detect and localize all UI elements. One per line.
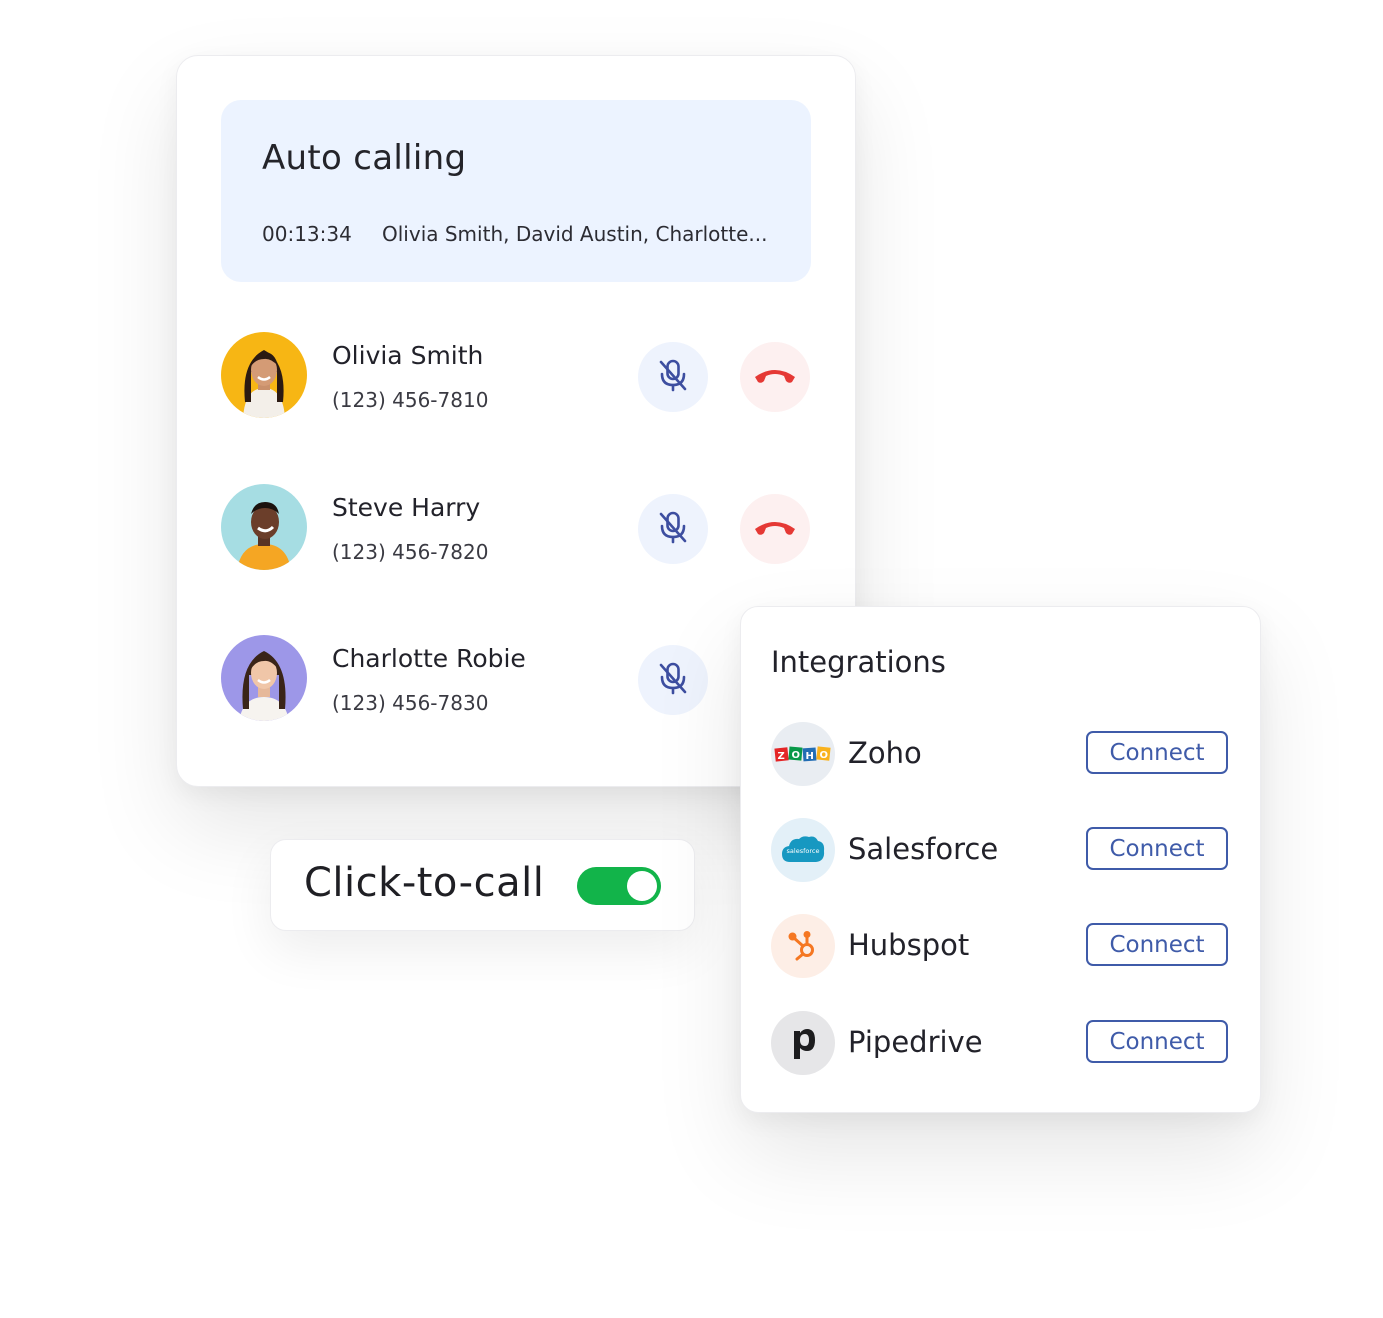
integration-name: Salesforce (848, 832, 999, 866)
connect-zoho-button[interactable]: Connect (1086, 731, 1228, 774)
pipedrive-logo-icon (771, 1011, 835, 1075)
integration-row-hubspot: Hubspot Connect (771, 914, 1231, 978)
integrations-panel: Integrations Z O H O Zoho Connect salesf… (740, 606, 1261, 1113)
integration-name: Pipedrive (848, 1025, 983, 1059)
click-to-call-card: Click-to-call (270, 839, 695, 931)
contact-row: Olivia Smith (123) 456-7810 (221, 332, 811, 422)
toggle-knob (627, 871, 657, 901)
contact-phone: (123) 456-7820 (332, 540, 489, 564)
connect-salesforce-button[interactable]: Connect (1086, 827, 1228, 870)
avatar (221, 332, 307, 418)
mic-off-icon (654, 659, 692, 701)
contact-phone: (123) 456-7810 (332, 388, 489, 412)
svg-text:O: O (792, 750, 801, 761)
mute-button[interactable] (638, 342, 708, 412)
contact-name: Steve Harry (332, 493, 481, 522)
hubspot-logo-icon (771, 914, 835, 978)
click-to-call-toggle[interactable] (577, 867, 661, 905)
call-status-header: Auto calling 00:13:34 Olivia Smith, Davi… (221, 100, 811, 282)
integration-name: Zoho (848, 736, 922, 770)
connect-hubspot-button[interactable]: Connect (1086, 923, 1228, 966)
phone-hangup-icon (752, 365, 798, 389)
integrations-title: Integrations (771, 645, 946, 679)
integration-row-pipedrive: Pipedrive Connect (771, 1011, 1231, 1075)
svg-text:O: O (820, 750, 829, 761)
svg-text:Z: Z (778, 751, 785, 762)
mute-button[interactable] (638, 645, 708, 715)
call-panel-title: Auto calling (262, 138, 467, 178)
click-to-call-label: Click-to-call (304, 860, 545, 906)
contact-row: Steve Harry (123) 456-7820 (221, 484, 811, 574)
integration-row-salesforce: salesforce Salesforce Connect (771, 818, 1231, 882)
connect-pipedrive-button[interactable]: Connect (1086, 1020, 1228, 1063)
contact-name: Charlotte Robie (332, 644, 526, 673)
contact-name: Olivia Smith (332, 341, 484, 370)
svg-text:H: H (806, 751, 814, 762)
integration-row-zoho: Z O H O Zoho Connect (771, 722, 1231, 786)
avatar (221, 635, 307, 721)
hang-up-button[interactable] (740, 342, 810, 412)
contact-row: Charlotte Robie (123) 456-7830 (221, 635, 811, 725)
zoho-logo-icon: Z O H O (771, 722, 835, 786)
phone-hangup-icon (752, 517, 798, 541)
mute-button[interactable] (638, 494, 708, 564)
integration-name: Hubspot (848, 928, 970, 962)
contact-phone: (123) 456-7830 (332, 691, 489, 715)
avatar (221, 484, 307, 570)
svg-text:salesforce: salesforce (787, 847, 820, 855)
mic-off-icon (654, 356, 692, 398)
mic-off-icon (654, 508, 692, 550)
call-participants: Olivia Smith, David Austin, Charlotte... (382, 222, 768, 246)
salesforce-logo-icon: salesforce (771, 818, 835, 882)
hang-up-button[interactable] (740, 494, 810, 564)
call-timer: 00:13:34 (262, 222, 352, 246)
